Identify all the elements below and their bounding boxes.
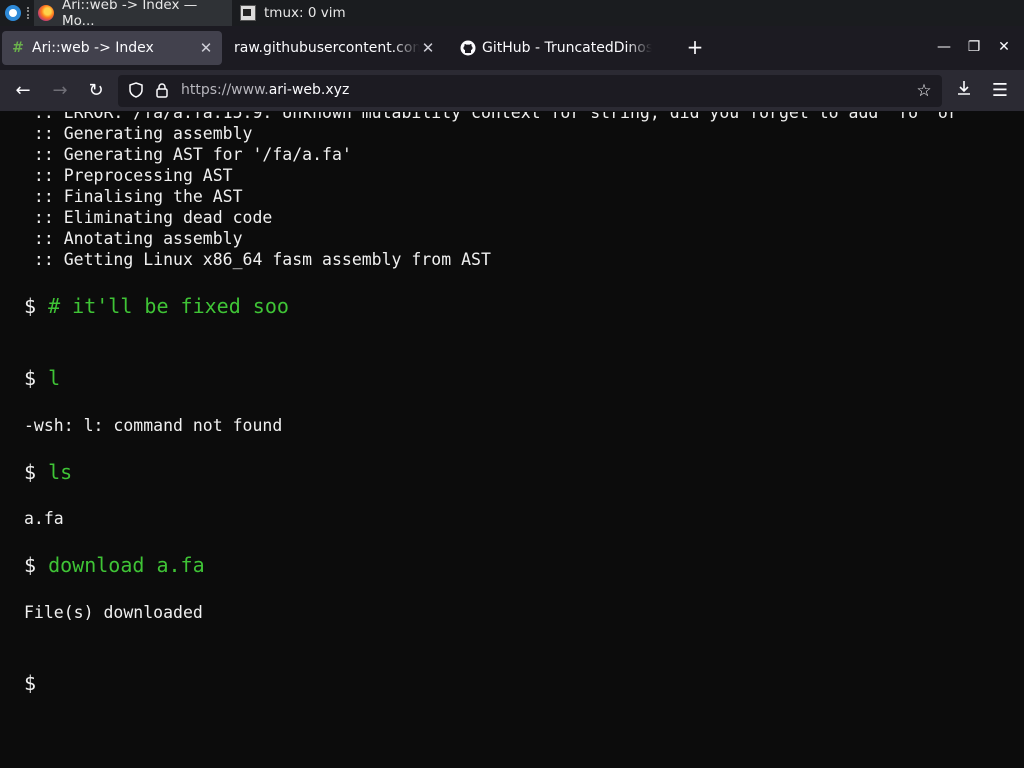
bookmark-star-icon[interactable]: ☆ (914, 81, 934, 101)
forward-arrow-icon[interactable]: → (49, 80, 71, 102)
tab-ari-web[interactable]: # Ari::web -> Index ✕ (2, 31, 222, 65)
taskbar-grip-icon (27, 7, 32, 19)
log-line: :: Finalising the AST (24, 187, 243, 206)
minimize-icon[interactable]: — (935, 38, 953, 56)
log-line: :: Getting Linux x86_64 fasm assembly fr… (24, 250, 491, 269)
command-line: $ download a.fa (24, 553, 205, 577)
tab-title: GitHub - TruncatedDinos (482, 40, 652, 56)
back-arrow-icon[interactable]: ← (12, 80, 34, 102)
command-text: # it'll be fixed soo (48, 294, 289, 318)
close-tab-icon[interactable]: ✕ (420, 39, 436, 57)
log-line: :: Preprocessing AST (24, 166, 233, 185)
command-output: -wsh: l: command not found (24, 416, 283, 435)
terminal-icon (240, 5, 256, 21)
command-text: download a.fa (48, 553, 205, 577)
prompt-symbol: $ (24, 460, 37, 484)
url-protocol: https://www. (181, 82, 269, 98)
lock-icon[interactable] (153, 82, 171, 100)
log-line: :: Anotating assembly (24, 229, 243, 248)
input-prompt[interactable]: $ (24, 671, 36, 695)
command-output: File(s) downloaded (24, 603, 203, 622)
log-line: :: Generating assembly (24, 124, 253, 143)
github-icon (460, 40, 476, 56)
menu-hamburger-icon[interactable]: ☰ (989, 80, 1011, 102)
prompt-symbol: $ (24, 366, 37, 390)
system-menu-icon[interactable] (5, 5, 21, 21)
tracking-shield-icon[interactable] (127, 82, 145, 100)
taskbar-item-firefox[interactable]: Ari::web -> Index — Mo... (34, 0, 232, 29)
close-window-icon[interactable]: ✕ (995, 38, 1013, 56)
navigation-bar: ← → ↻ https://www.ari-web.xyz ☆ ☰ (0, 70, 1024, 112)
terminal-output[interactable]: :: ERROR: /fa/a.fa:15:9: Unknown mutabil… (0, 112, 1024, 768)
url-text[interactable]: https://www.ari-web.xyz (181, 82, 349, 98)
taskbar-item-terminal[interactable]: tmux: 0 vim (236, 0, 432, 26)
log-line: :: Eliminating dead code (24, 208, 273, 227)
reload-icon[interactable]: ↻ (85, 80, 107, 102)
tab-raw-githubusercontent[interactable]: raw.githubusercontent.com/ ✕ (226, 31, 444, 65)
command-text: l (48, 366, 61, 390)
taskbar-item-label: tmux: 0 vim (264, 5, 346, 21)
command-line: $ l (24, 366, 60, 390)
hash-favicon-icon: # (12, 40, 24, 56)
tab-github[interactable]: GitHub - TruncatedDinos (452, 31, 672, 65)
new-tab-button[interactable]: + (684, 36, 706, 58)
firefox-icon (38, 5, 54, 21)
tab-title: raw.githubusercontent.com/ (234, 40, 420, 56)
prompt-symbol: $ (24, 671, 37, 695)
close-tab-icon[interactable]: ✕ (198, 39, 214, 57)
prompt-symbol: $ (24, 294, 37, 318)
url-bar[interactable]: https://www.ari-web.xyz ☆ (118, 75, 942, 107)
command-line: $ ls (24, 460, 72, 484)
restore-icon[interactable]: ❐ (965, 38, 983, 56)
log-line: :: ERROR: /fa/a.fa:15:9: Unknown mutabil… (24, 112, 958, 122)
command-line: $ # it'll be fixed soo (24, 294, 289, 318)
taskbar-item-label: Ari::web -> Index — Mo... (62, 0, 198, 29)
command-text: ls (48, 460, 73, 484)
url-domain: ari-web.xyz (268, 82, 350, 98)
os-taskbar: Ari::web -> Index — Mo... tmux: 0 vim (0, 0, 1024, 29)
command-output: a.fa (24, 509, 64, 528)
downloads-icon[interactable] (953, 80, 975, 102)
log-line: :: Generating AST for '/fa/a.fa' (24, 145, 352, 164)
browser-tab-strip: # Ari::web -> Index ✕ raw.githubusercont… (0, 26, 1024, 70)
prompt-symbol: $ (24, 553, 37, 577)
tab-title: Ari::web -> Index (32, 40, 154, 56)
